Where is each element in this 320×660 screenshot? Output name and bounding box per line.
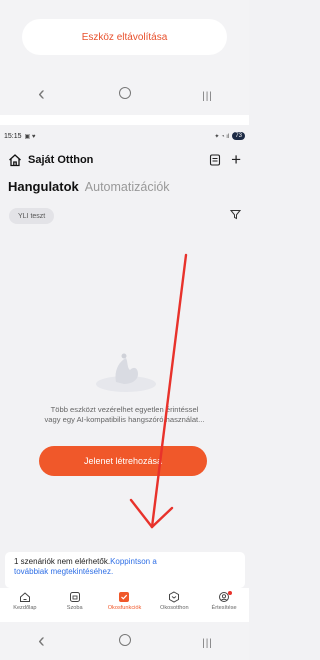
notice-text: 1 szenáriók nem elérhetők. (14, 557, 111, 566)
smart-check-icon (119, 592, 130, 602)
app-header: Saját Otthon + (0, 147, 249, 173)
status-icons: ▣ ♥ (24, 133, 36, 140)
tab-automations[interactable]: Automatizációk (85, 180, 170, 194)
add-icon[interactable]: + (231, 151, 241, 168)
filter-icon[interactable] (230, 209, 241, 220)
unavailable-scenarios-notice[interactable]: 1 szenáriók nem elérhetők.Koppintson a t… (5, 552, 245, 588)
room-icon (69, 592, 80, 602)
previous-screen: Eszköz eltávolítása (0, 0, 249, 115)
bottom-tab-label: Okosotthon (159, 605, 189, 611)
system-nav-bar (0, 622, 249, 660)
signal-icon: ✦ ◔ ıl (214, 133, 230, 140)
hexagon-icon (169, 591, 180, 603)
system-nav-bar (0, 73, 249, 115)
screen-divider (0, 115, 249, 125)
empty-state-illustration (96, 353, 156, 392)
status-bar: 15:15 ▣ ♥ ✦ ◔ ıl 73 (0, 125, 249, 147)
bottom-tab-label: Okosfunkciók (107, 605, 142, 611)
home-nav-icon[interactable] (105, 633, 145, 649)
empty-state-line2: vagy egy AI-kompatibilis hangszóró haszn… (44, 415, 205, 424)
home-icon[interactable] (8, 153, 22, 167)
battery-indicator: 73 (232, 132, 245, 140)
bottom-tab-smart[interactable]: Okosfunkciók (100, 591, 148, 611)
scene-tabs: Hangulatok Automatizációk (8, 179, 170, 194)
home-nav-icon[interactable] (105, 86, 145, 102)
notice-link-continued[interactable]: továbbiak megtekintéséhez. (14, 567, 113, 576)
bottom-tab-room[interactable]: Szoba (51, 591, 99, 611)
recent-apps-nav-icon[interactable] (188, 86, 228, 102)
notice-link[interactable]: Koppintson a (110, 557, 157, 566)
recent-apps-nav-icon[interactable] (188, 633, 228, 649)
document-icon[interactable] (209, 154, 221, 166)
bottom-tab-home[interactable]: Kezdőlap (1, 591, 49, 611)
scenes-screen: 15:15 ▣ ♥ ✦ ◔ ıl 73 Saját Otthon + Hangu… (0, 125, 249, 660)
tab-scenes[interactable]: Hangulatok (8, 179, 79, 194)
bottom-tab-smarthome[interactable]: Okosotthon (150, 591, 198, 611)
empty-state-line1: Több eszközt vezérelhet egyetlen érintés… (50, 405, 199, 414)
create-scene-button[interactable]: Jelenet létrehozása (39, 446, 207, 476)
empty-state-text: Több eszközt vezérelhet egyetlen érintés… (0, 405, 249, 425)
bottom-tab-notifications[interactable]: Értesítése (200, 591, 248, 611)
notification-dot (228, 591, 233, 595)
home-title[interactable]: Saját Otthon (28, 154, 93, 166)
remove-device-button[interactable]: Eszköz eltávolítása (22, 19, 227, 55)
back-nav-icon[interactable] (22, 630, 62, 653)
bottom-tab-label: Szoba (66, 605, 83, 611)
bottom-tab-label: Értesítése (211, 605, 237, 611)
home-icon (19, 592, 30, 602)
filter-chip[interactable]: YLI teszt (9, 208, 55, 224)
bottom-tab-label: Kezdőlap (13, 605, 37, 611)
bottom-navigation: Kezdőlap Szoba Okosfunkciók Okosotthon É… (0, 588, 249, 622)
back-nav-icon[interactable] (22, 83, 62, 106)
status-time: 15:15 (4, 132, 22, 140)
